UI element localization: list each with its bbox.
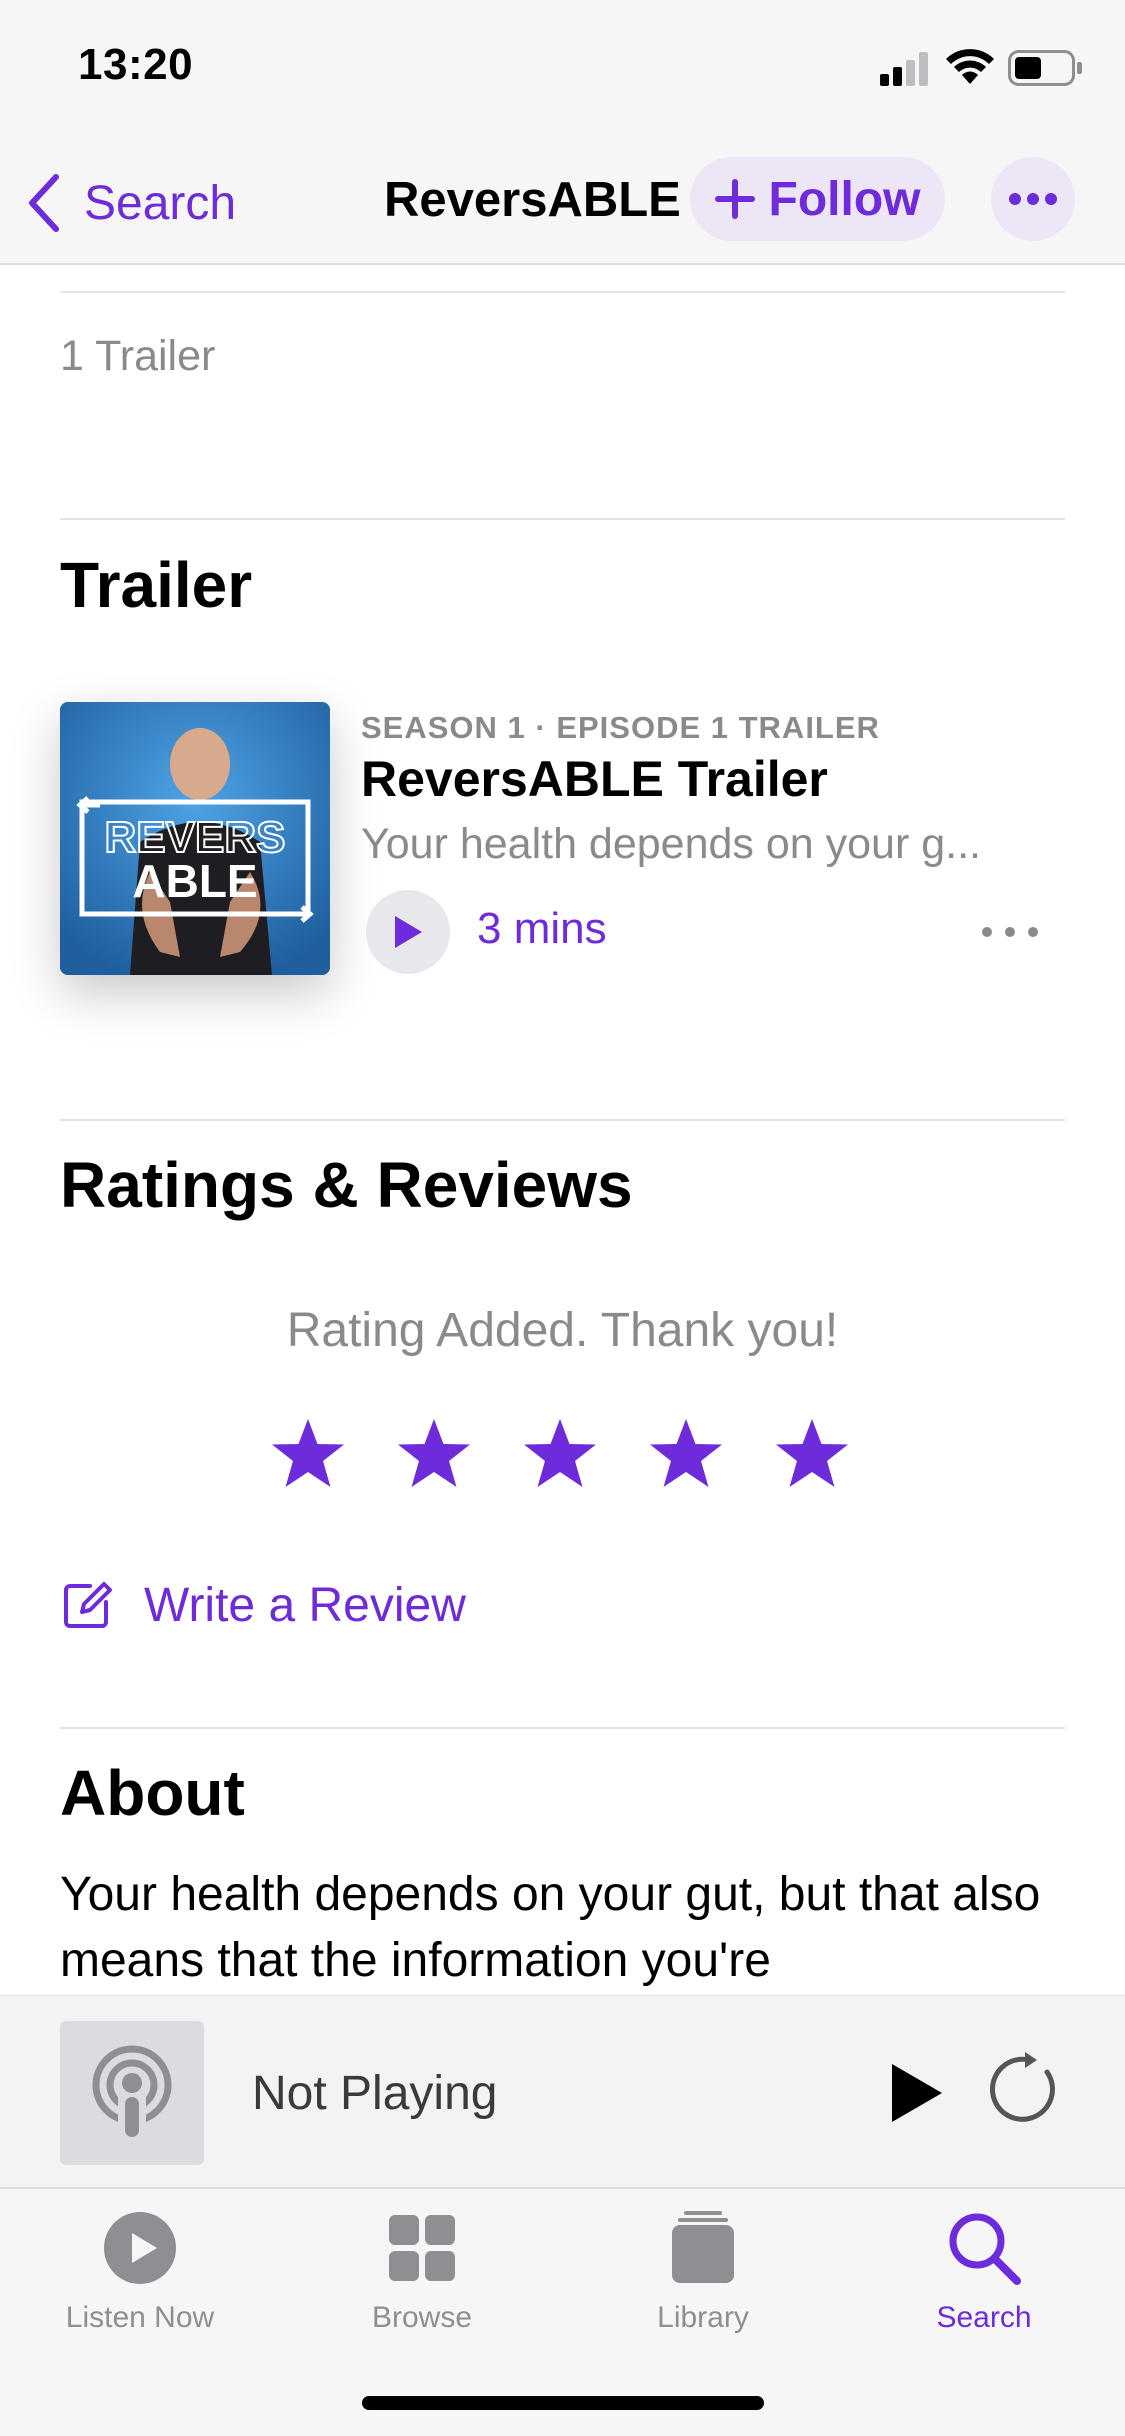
divider — [60, 518, 1065, 520]
cellular-signal-icon — [880, 52, 928, 86]
rating-confirmation: Rating Added. Thank you! — [286, 1304, 839, 1357]
star-icon[interactable] — [520, 1415, 600, 1495]
more-options-button[interactable] — [991, 157, 1075, 241]
episode-artwork: REVERS ABLE — [60, 702, 330, 975]
trailer-episode-row[interactable]: REVERS ABLE SEASON 1 · EPISODE 1 TRAILER… — [60, 702, 1065, 977]
chevron-left-icon — [29, 174, 59, 232]
mini-player[interactable]: Not Playing — [0, 1995, 1125, 2187]
star-rating — [268, 1415, 868, 1505]
reversable-artwork-image: REVERS ABLE — [60, 702, 330, 975]
about-text: Your health depends on your gut, but tha… — [60, 1868, 1041, 1987]
back-button[interactable]: Search — [24, 168, 236, 238]
plus-icon — [714, 179, 755, 219]
library-icon — [672, 2211, 734, 2283]
star-icon[interactable] — [394, 1415, 474, 1495]
tab-library[interactable]: Library — [578, 2209, 828, 2349]
divider — [60, 1119, 1065, 1121]
divider — [60, 291, 1065, 293]
trailer-section-title: Trailer — [60, 549, 253, 621]
divider — [60, 1727, 1065, 1729]
back-label: Search — [84, 176, 237, 230]
follow-label: Follow — [768, 172, 921, 226]
trailer-count: 1 Trailer — [60, 332, 216, 380]
mini-player-artwork — [60, 2021, 204, 2165]
podcast-show-screen: 13:20 Search ReversABLE Follow 1 Trailer… — [0, 0, 1125, 2436]
browse-icon — [389, 2215, 455, 2281]
status-time: 13:20 — [78, 40, 194, 89]
battery-icon — [1008, 50, 1082, 86]
episode-kicker: SEASON 1 · EPISODE 1 TRAILER — [361, 710, 880, 745]
episode-title: ReversABLE Trailer — [361, 751, 828, 807]
compose-icon — [64, 1582, 112, 1628]
tab-label: Library — [657, 2301, 749, 2334]
play-icon[interactable] — [880, 2058, 950, 2128]
episode-play-button[interactable] — [366, 890, 450, 974]
about-section-title: About — [60, 1757, 245, 1829]
episode-more-icon[interactable] — [975, 912, 1045, 952]
tab-label: Listen Now — [65, 2301, 215, 2334]
episode-duration: 3 mins — [477, 904, 607, 953]
tab-browse[interactable]: Browse — [297, 2209, 547, 2349]
wifi-icon — [946, 49, 994, 84]
tab-listen-now[interactable]: Listen Now — [15, 2209, 265, 2349]
artwork-text-bottom: ABLE — [132, 855, 257, 907]
podcasts-icon — [92, 2045, 172, 2143]
episode-description: Your health depends on your g... — [361, 820, 981, 868]
search-icon — [949, 2213, 1021, 2285]
status-bar: 13:20 — [0, 0, 1125, 140]
listen-now-icon — [104, 2212, 176, 2284]
follow-button[interactable]: Follow — [690, 157, 945, 241]
play-icon — [395, 916, 422, 948]
star-icon[interactable] — [772, 1415, 852, 1495]
mini-player-title: Not Playing — [252, 2067, 498, 2120]
skip-forward-icon[interactable] — [985, 2048, 1065, 2128]
star-icon[interactable] — [268, 1415, 348, 1495]
tab-label: Search — [936, 2301, 1032, 2334]
show-title: ReversABLE — [384, 173, 681, 227]
ellipsis-icon — [1009, 193, 1057, 205]
write-review-button[interactable]: Write a Review — [60, 1570, 466, 1640]
navigation-bar: Search ReversABLE Follow — [0, 140, 1125, 265]
write-review-label: Write a Review — [144, 1578, 466, 1632]
tab-label: Browse — [371, 2301, 473, 2334]
home-indicator — [362, 2396, 764, 2410]
star-icon[interactable] — [646, 1415, 726, 1495]
ratings-section-title: Ratings & Reviews — [60, 1149, 633, 1221]
tab-search[interactable]: Search — [859, 2209, 1109, 2349]
